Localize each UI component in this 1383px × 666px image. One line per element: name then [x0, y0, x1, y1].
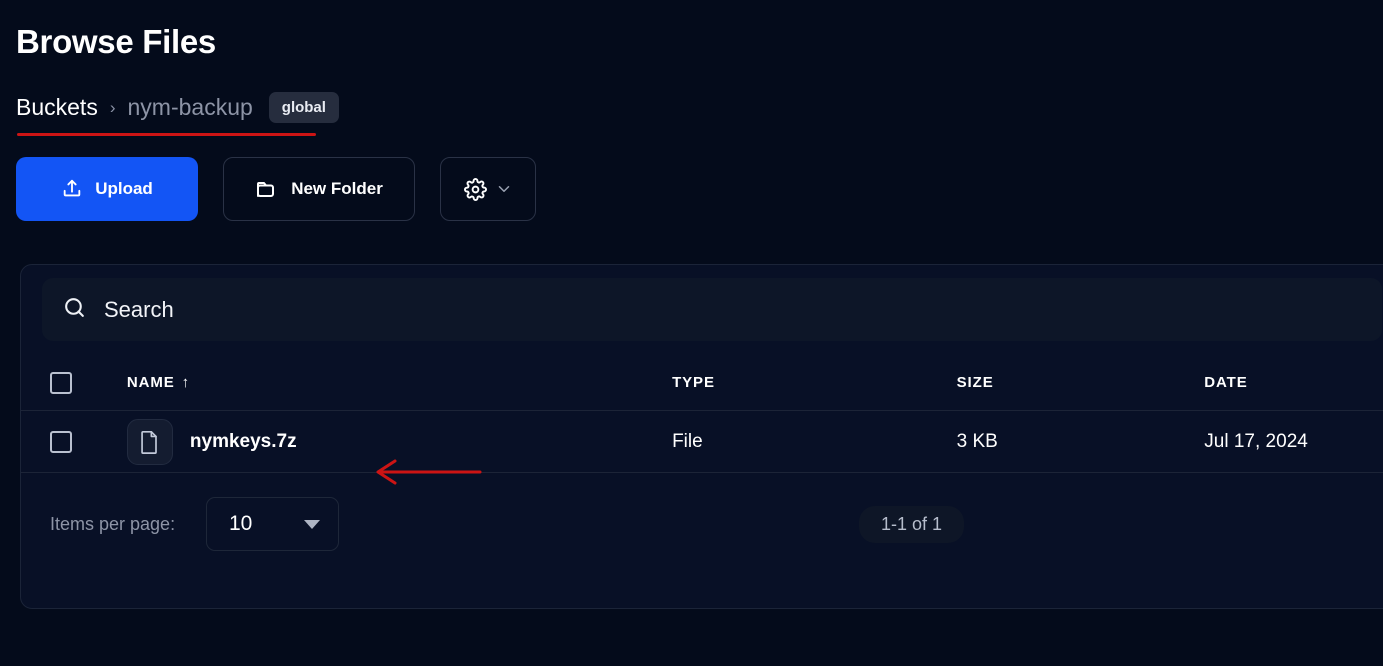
- table-row[interactable]: nymkeys.7z File 3 KB Jul 17, 2024: [21, 411, 1383, 473]
- settings-menu-button[interactable]: [440, 157, 536, 221]
- items-per-page-select[interactable]: 10: [206, 497, 339, 551]
- new-folder-button[interactable]: New Folder: [223, 157, 415, 221]
- folder-icon: [255, 178, 279, 200]
- file-type-label: File: [672, 430, 703, 452]
- row-select-cell: [21, 430, 127, 453]
- status-badge-global: global: [268, 91, 339, 123]
- select-all-checkbox[interactable]: [50, 371, 72, 394]
- pagination-range-label: 1-1 of 1: [859, 505, 965, 543]
- column-header-date[interactable]: DATE: [1204, 374, 1383, 391]
- upload-button[interactable]: Upload: [16, 157, 198, 221]
- column-header-name[interactable]: NAME ↑: [127, 374, 672, 391]
- chevron-down-icon: [495, 180, 513, 198]
- table-header-row: NAME ↑ TYPE SIZE DATE: [21, 355, 1383, 411]
- breadcrumb-item-current[interactable]: nym-backup: [128, 94, 253, 121]
- files-panel: Search NAME ↑ TYPE SIZE DATE nymkeys.7z …: [20, 264, 1383, 609]
- select-all-cell: [21, 371, 127, 394]
- upload-icon: [61, 178, 83, 200]
- upload-button-label: Upload: [95, 179, 153, 198]
- search-input[interactable]: Search: [104, 297, 174, 323]
- file-date-label: Jul 17, 2024: [1204, 430, 1308, 452]
- toolbar: Upload New Folder: [16, 157, 536, 221]
- search-bar[interactable]: Search: [42, 278, 1382, 341]
- items-per-page-label: Items per page:: [50, 513, 176, 534]
- gear-icon: [463, 177, 487, 201]
- search-icon: [62, 295, 87, 325]
- file-size-label: 3 KB: [956, 430, 998, 452]
- page-title: Browse Files: [16, 23, 216, 60]
- breadcrumb: Buckets › nym-backup global: [16, 90, 339, 124]
- column-header-type[interactable]: TYPE: [672, 374, 957, 391]
- file-name-cell[interactable]: nymkeys.7z: [126, 418, 672, 465]
- chevron-down-icon: [304, 519, 320, 529]
- column-header-size[interactable]: SIZE: [957, 374, 1205, 391]
- items-per-page-value: 10: [229, 512, 253, 535]
- file-name-label: nymkeys.7z: [189, 430, 297, 452]
- sort-ascending-icon: ↑: [181, 374, 191, 391]
- new-folder-button-label: New Folder: [291, 179, 383, 198]
- breadcrumb-item-buckets[interactable]: Buckets: [16, 94, 98, 121]
- file-icon: [126, 418, 173, 465]
- column-header-name-label: NAME: [126, 374, 175, 391]
- annotation-underline: [17, 133, 316, 136]
- row-checkbox[interactable]: [50, 430, 72, 453]
- breadcrumb-separator-icon: ›: [109, 97, 116, 117]
- table-footer: Items per page: 10 1-1 of 1: [21, 474, 1383, 574]
